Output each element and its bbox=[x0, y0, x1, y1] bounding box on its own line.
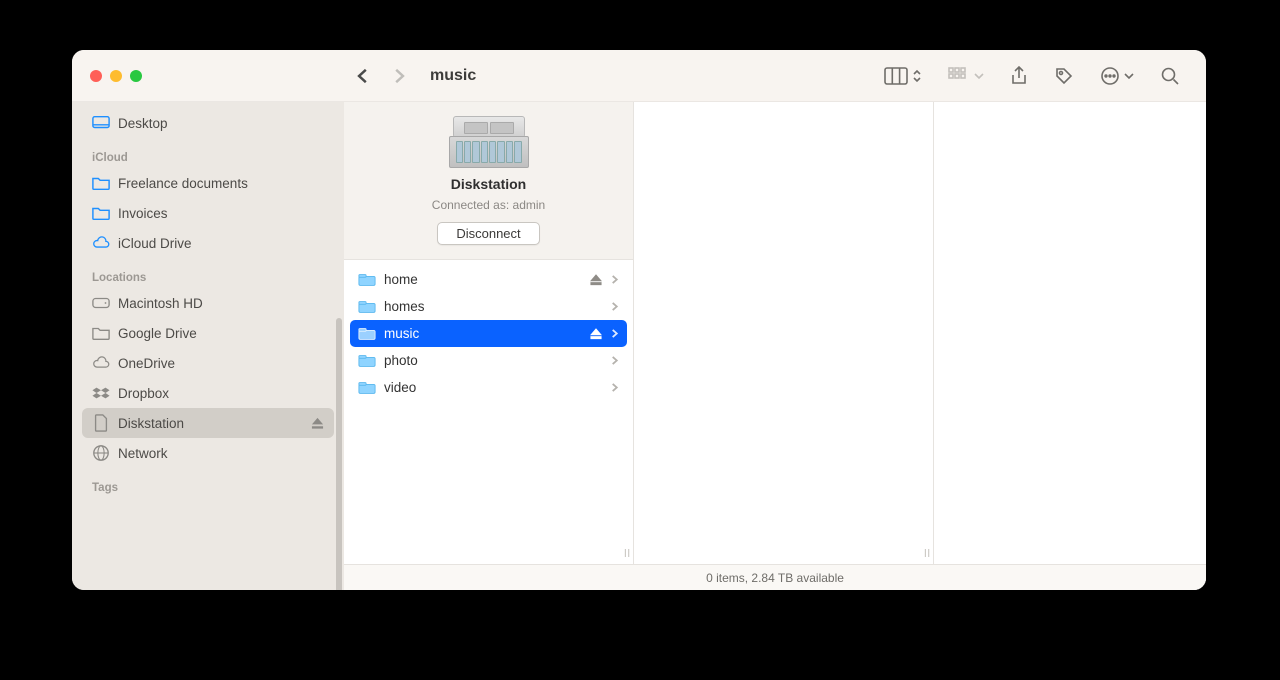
eject-icon[interactable] bbox=[590, 274, 602, 286]
folder-icon bbox=[92, 324, 110, 342]
share-row-photo[interactable]: photo bbox=[350, 347, 627, 374]
globe-icon bbox=[92, 444, 110, 462]
column-3 bbox=[934, 102, 1206, 564]
columns: Diskstation Connected as: admin Disconne… bbox=[344, 102, 1206, 564]
chevron-down-icon bbox=[1124, 72, 1134, 80]
sidebar-header-tags: Tags bbox=[82, 468, 334, 498]
eject-icon[interactable] bbox=[311, 417, 324, 430]
share-label: music bbox=[384, 326, 419, 341]
finder-window: music bbox=[72, 50, 1206, 590]
sidebar-item-macintosh-hd[interactable]: Macintosh HD bbox=[82, 288, 334, 318]
share-row-home[interactable]: home bbox=[350, 266, 627, 293]
chevron-right-icon bbox=[610, 356, 619, 365]
share-label: video bbox=[384, 380, 416, 395]
column-resize-handle[interactable]: ll bbox=[924, 548, 931, 560]
shared-folder-icon bbox=[358, 273, 376, 287]
view-columns-button[interactable] bbox=[884, 67, 922, 85]
chevron-right-icon bbox=[610, 302, 619, 311]
toolbar-right bbox=[884, 66, 1206, 86]
forward-button[interactable] bbox=[390, 67, 408, 85]
column-2: ll bbox=[634, 102, 934, 564]
sidebar-item-label: Dropbox bbox=[118, 386, 169, 401]
sidebar-item-diskstation[interactable]: Diskstation bbox=[82, 408, 334, 438]
window-body: Desktop iCloud Freelance documents Invoi… bbox=[72, 102, 1206, 590]
view-switch-icon bbox=[912, 68, 922, 84]
sidebar-header-icloud: iCloud bbox=[82, 138, 334, 168]
search-icon bbox=[1160, 66, 1180, 86]
chevron-down-icon bbox=[974, 72, 984, 80]
back-button[interactable] bbox=[354, 67, 372, 85]
shared-folder-icon bbox=[358, 354, 376, 368]
share-label: home bbox=[384, 272, 418, 287]
sidebar-item-google-drive[interactable]: Google Drive bbox=[82, 318, 334, 348]
column-resize-handle[interactable]: ll bbox=[624, 548, 631, 560]
sidebar-item-label: Invoices bbox=[118, 206, 168, 221]
sidebar-item-label: Freelance documents bbox=[118, 176, 248, 191]
fullscreen-window-button[interactable] bbox=[130, 70, 142, 82]
document-icon bbox=[92, 414, 110, 432]
sidebar-item-invoices[interactable]: Invoices bbox=[82, 198, 334, 228]
share-label: photo bbox=[384, 353, 418, 368]
sidebar-item-icloud-drive[interactable]: iCloud Drive bbox=[82, 228, 334, 258]
content: Diskstation Connected as: admin Disconne… bbox=[344, 102, 1206, 590]
disconnect-button[interactable]: Disconnect bbox=[437, 222, 539, 245]
sidebar-item-network[interactable]: Network bbox=[82, 438, 334, 468]
shared-folder-icon bbox=[358, 381, 376, 395]
sidebar-item-label: OneDrive bbox=[118, 356, 175, 371]
sidebar: Desktop iCloud Freelance documents Invoi… bbox=[72, 102, 344, 590]
share-row-music[interactable]: music bbox=[350, 320, 627, 347]
hdd-icon bbox=[92, 294, 110, 312]
tags-button[interactable] bbox=[1054, 66, 1074, 86]
share-button[interactable] bbox=[1010, 66, 1028, 86]
minimize-window-button[interactable] bbox=[110, 70, 122, 82]
chevron-right-icon bbox=[610, 275, 619, 284]
sidebar-item-label: Network bbox=[118, 446, 168, 461]
share-label: homes bbox=[384, 299, 425, 314]
sidebar-item-label: iCloud Drive bbox=[118, 236, 192, 251]
cloud-icon bbox=[92, 354, 110, 372]
more-button[interactable] bbox=[1100, 66, 1134, 86]
shared-folder-icon bbox=[358, 327, 376, 341]
chevron-right-icon bbox=[610, 383, 619, 392]
sidebar-scrollbar[interactable] bbox=[336, 318, 342, 590]
sidebar-item-label: Macintosh HD bbox=[118, 296, 203, 311]
server-name: Diskstation bbox=[354, 176, 623, 192]
status-bar: 0 items, 2.84 TB available bbox=[344, 564, 1206, 590]
folder-icon bbox=[92, 174, 110, 192]
traffic-lights bbox=[72, 70, 344, 82]
share-row-homes[interactable]: homes bbox=[350, 293, 627, 320]
search-button[interactable] bbox=[1160, 66, 1180, 86]
window-title: music bbox=[430, 67, 476, 85]
dropbox-icon bbox=[92, 384, 110, 402]
folder-icon bbox=[92, 204, 110, 222]
sidebar-item-label: Google Drive bbox=[118, 326, 197, 341]
shared-folder-icon bbox=[358, 300, 376, 314]
sidebar-header-locations: Locations bbox=[82, 258, 334, 288]
desktop-icon bbox=[92, 114, 110, 132]
nav-arrows bbox=[344, 67, 408, 85]
server-icon bbox=[449, 116, 529, 168]
sidebar-item-onedrive[interactable]: OneDrive bbox=[82, 348, 334, 378]
sidebar-item-label: Desktop bbox=[118, 116, 168, 131]
eject-icon[interactable] bbox=[590, 328, 602, 340]
close-window-button[interactable] bbox=[90, 70, 102, 82]
sidebar-item-dropbox[interactable]: Dropbox bbox=[82, 378, 334, 408]
group-by-button[interactable] bbox=[948, 67, 984, 85]
server-header: Diskstation Connected as: admin Disconne… bbox=[344, 102, 633, 260]
server-connected-as: Connected as: admin bbox=[354, 198, 623, 212]
sidebar-item-label: Diskstation bbox=[118, 416, 184, 431]
chevron-right-icon bbox=[610, 329, 619, 338]
toolbar: music bbox=[72, 50, 1206, 102]
column-1: Diskstation Connected as: admin Disconne… bbox=[344, 102, 634, 564]
share-row-video[interactable]: video bbox=[350, 374, 627, 401]
sidebar-item-freelance[interactable]: Freelance documents bbox=[82, 168, 334, 198]
cloud-icon bbox=[92, 234, 110, 252]
share-list: home homes music photo video bbox=[344, 260, 633, 407]
sidebar-item-desktop[interactable]: Desktop bbox=[82, 108, 334, 138]
